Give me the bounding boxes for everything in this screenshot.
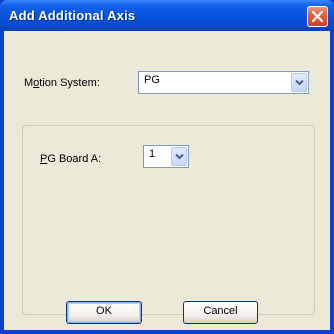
close-icon	[312, 11, 323, 22]
motion-system-value: PG	[144, 74, 160, 86]
ok-button[interactable]: OK	[66, 301, 142, 324]
title-bar[interactable]: Add Additional Axis	[0, 0, 334, 31]
pg-board-label: PG Board A:	[40, 153, 102, 165]
chevron-down-icon	[295, 79, 304, 86]
pg-board-value: 1	[149, 148, 156, 160]
motion-system-select[interactable]: PG	[138, 71, 309, 94]
cancel-button[interactable]: Cancel	[183, 301, 258, 324]
close-button[interactable]	[307, 6, 328, 27]
dropdown-button[interactable]	[171, 147, 187, 166]
chevron-down-icon	[175, 153, 184, 160]
pg-board-select[interactable]: 1	[143, 145, 189, 168]
dialog-window: Add Additional Axis Motion System: PG PG…	[0, 0, 334, 334]
dialog-body: Motion System: PG PG Board A: 1 OK Cance…	[4, 31, 330, 330]
motion-system-label: Motion System:	[24, 77, 100, 89]
dropdown-button[interactable]	[291, 73, 307, 92]
dialog-title: Add Additional Axis	[9, 8, 136, 23]
